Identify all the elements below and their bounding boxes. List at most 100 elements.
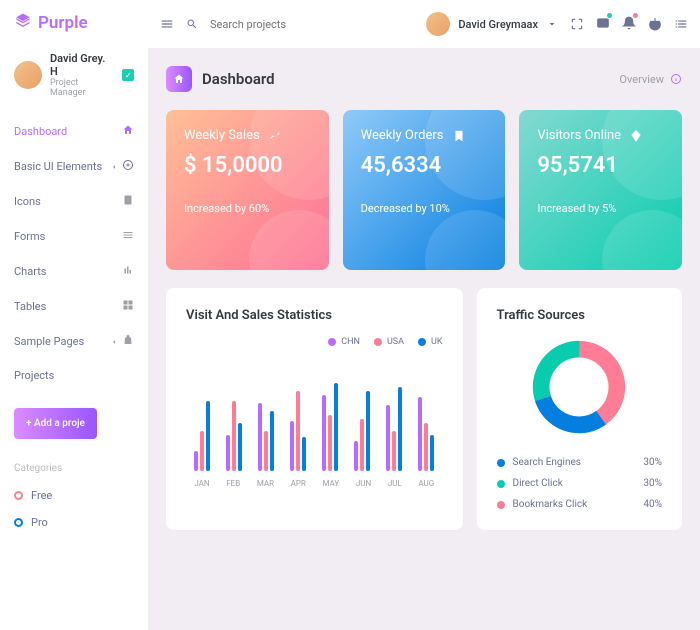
brand-name: Purple xyxy=(38,13,88,33)
bar xyxy=(322,395,326,471)
info-icon xyxy=(670,73,682,85)
user-role: Project Manager xyxy=(50,78,114,98)
add-project-button[interactable]: + Add a proje xyxy=(14,408,97,439)
bar xyxy=(296,391,300,471)
stat-card-0: Weekly Sales $ 15,0000 Increased by 60% xyxy=(166,110,329,270)
mail-icon[interactable] xyxy=(596,15,610,34)
bell-icon[interactable] xyxy=(622,15,636,34)
legend-item: USA xyxy=(374,337,404,347)
fullscreen-icon[interactable] xyxy=(570,17,584,31)
bar xyxy=(386,405,390,471)
bar-chart xyxy=(186,361,443,471)
circle-icon xyxy=(14,518,23,527)
topbar: David Greymaax xyxy=(148,0,700,48)
power-icon[interactable] xyxy=(648,17,662,31)
sidebar-item-projects[interactable]: Projects xyxy=(0,359,148,392)
contacts-icon xyxy=(122,194,134,209)
bar xyxy=(398,387,402,471)
legend-dot-icon xyxy=(328,338,336,346)
bar xyxy=(302,437,306,471)
bar-group xyxy=(226,401,242,471)
bar xyxy=(290,421,294,471)
category-pro[interactable]: Pro xyxy=(0,509,148,536)
legend-item: UK xyxy=(418,337,442,347)
nav-label: Sample Pages xyxy=(14,335,84,348)
bar xyxy=(366,391,370,471)
sidebar-item-tables[interactable]: Tables xyxy=(0,289,148,324)
bar-group xyxy=(354,391,370,471)
brand-logo[interactable]: Purple xyxy=(0,12,148,34)
chart-icon xyxy=(122,264,134,279)
axis-label: MAR xyxy=(257,479,274,488)
content: Dashboard Overview Weekly Sales $ 15,000… xyxy=(148,48,700,630)
menu-icon[interactable] xyxy=(160,17,174,31)
sidebar-item-charts[interactable]: Charts xyxy=(0,254,148,289)
sidebar-item-icons[interactable]: Icons xyxy=(0,184,148,219)
axis-label: FEB xyxy=(226,479,240,488)
traffic-row: Bookmarks Click40% xyxy=(497,499,662,510)
page-title: Dashboard xyxy=(202,70,275,88)
bar xyxy=(334,383,338,471)
layers-icon xyxy=(14,12,32,34)
categories-header: Categories xyxy=(0,455,148,482)
chevron-left-icon xyxy=(110,338,118,346)
category-free[interactable]: Free xyxy=(0,482,148,509)
sidebar-item-dashboard[interactable]: Dashboard xyxy=(0,114,148,149)
chevron-left-icon xyxy=(110,163,118,171)
bar xyxy=(424,423,428,471)
target-icon xyxy=(122,159,134,174)
bar xyxy=(232,401,236,471)
bar xyxy=(238,423,242,471)
format-icon[interactable] xyxy=(674,17,688,31)
sidebar-item-basic-ui-elements[interactable]: Basic UI Elements xyxy=(0,149,148,184)
bar xyxy=(418,397,422,471)
avatar xyxy=(426,12,450,36)
traffic-title: Traffic Sources xyxy=(497,308,662,323)
stats-panel: Visit And Sales Statistics CHNUSAUK JANF… xyxy=(166,288,463,530)
nav-label: Forms xyxy=(14,230,45,243)
bar-group xyxy=(418,397,434,471)
sidebar: Purple David Grey. H Project Manager ✓ D… xyxy=(0,0,148,630)
topbar-user[interactable]: David Greymaax xyxy=(426,12,558,36)
bar-group xyxy=(194,401,210,471)
check-icon: ✓ xyxy=(122,69,134,81)
home-icon xyxy=(122,124,134,139)
user-block[interactable]: David Grey. H Project Manager ✓ xyxy=(0,46,148,104)
nav-label: Tables xyxy=(14,300,46,313)
traffic-panel: Traffic Sources Search Engines30%Direct … xyxy=(477,288,682,530)
bar xyxy=(354,441,358,471)
bar xyxy=(430,435,434,471)
nav-label: Projects xyxy=(14,369,54,382)
nav-label: Icons xyxy=(14,195,41,208)
legend-dot-icon xyxy=(497,480,505,488)
axis-label: MAY xyxy=(323,479,340,488)
axis-label: JUN xyxy=(356,479,371,488)
search-icon[interactable] xyxy=(186,18,198,30)
bar-group xyxy=(290,391,306,471)
legend-dot-icon xyxy=(497,501,505,509)
bar xyxy=(200,431,204,471)
bar-group xyxy=(386,387,402,471)
home-icon xyxy=(166,66,192,92)
bar xyxy=(270,411,274,471)
axis-label: JAN xyxy=(194,479,209,488)
nav-label: Charts xyxy=(14,265,46,278)
traffic-row: Search Engines30% xyxy=(497,457,662,468)
search-input[interactable] xyxy=(210,18,310,31)
donut-chart xyxy=(529,337,629,437)
bar xyxy=(258,403,262,471)
circle-icon xyxy=(14,491,23,500)
list-icon xyxy=(122,229,134,244)
bar xyxy=(206,401,210,471)
bar xyxy=(392,431,396,471)
axis-label: AUG xyxy=(418,479,434,488)
sidebar-item-forms[interactable]: Forms xyxy=(0,219,148,254)
legend-dot-icon xyxy=(497,459,505,467)
bar-group xyxy=(322,383,338,471)
overview-link[interactable]: Overview xyxy=(619,73,682,86)
user-name: David Grey. H xyxy=(50,52,114,78)
chevron-down-icon xyxy=(546,18,558,30)
axis-label: JUL xyxy=(388,479,402,488)
sidebar-item-sample-pages[interactable]: Sample Pages xyxy=(0,324,148,359)
legend-dot-icon xyxy=(418,338,426,346)
